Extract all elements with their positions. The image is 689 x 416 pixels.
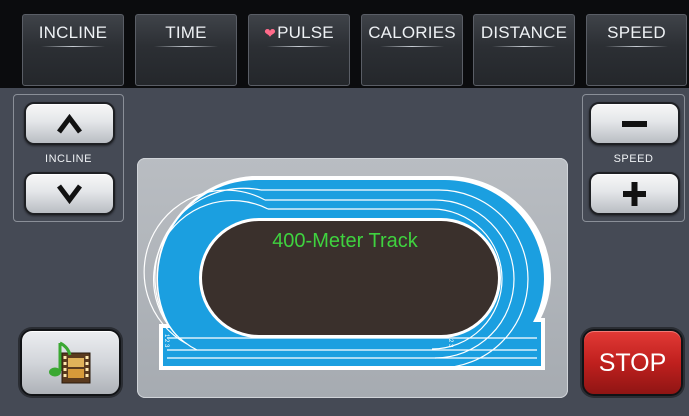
stop-button-label: STOP bbox=[598, 349, 667, 377]
plus-icon bbox=[623, 182, 646, 206]
running-track bbox=[143, 176, 552, 370]
metric-pulse-label-wrap: ❤PULSE bbox=[249, 23, 349, 43]
metric-underline bbox=[267, 46, 331, 47]
metric-underline bbox=[492, 46, 556, 47]
metric-pulse[interactable]: ❤PULSE bbox=[248, 14, 350, 86]
chevron-up-icon bbox=[57, 113, 82, 134]
minus-icon bbox=[622, 121, 647, 127]
metric-underline bbox=[380, 46, 444, 47]
incline-panel: INCLINE bbox=[13, 94, 124, 222]
speed-label: SPEED bbox=[613, 153, 654, 165]
track-title: 400-Meter Track bbox=[272, 230, 418, 252]
metric-speed[interactable]: SPEED bbox=[586, 14, 687, 86]
metric-distance[interactable]: DISTANCE bbox=[473, 14, 575, 86]
speed-panel: SPEED bbox=[582, 94, 685, 222]
lane-numbers-left: 1 2 3 bbox=[163, 334, 169, 348]
metric-underline bbox=[604, 46, 669, 47]
metric-calories[interactable]: CALORIES bbox=[361, 14, 463, 86]
metric-distance-label: DISTANCE bbox=[480, 23, 568, 42]
metric-speed-label: SPEED bbox=[607, 23, 666, 42]
incline-up-button[interactable] bbox=[24, 102, 115, 145]
metric-pulse-label: PULSE bbox=[277, 23, 334, 42]
stop-button[interactable]: STOP bbox=[582, 329, 683, 396]
speed-decrease-button[interactable] bbox=[589, 102, 680, 145]
metric-calories-label: CALORIES bbox=[368, 23, 456, 42]
metric-time-label: TIME bbox=[165, 23, 207, 42]
metric-incline[interactable]: INCLINE bbox=[22, 14, 124, 86]
metric-underline bbox=[154, 46, 218, 47]
media-button[interactable] bbox=[20, 329, 121, 396]
heart-icon: ❤ bbox=[264, 25, 277, 41]
metric-time[interactable]: TIME bbox=[135, 14, 237, 86]
incline-down-button[interactable] bbox=[24, 172, 115, 215]
metrics-bar: INCLINE TIME ❤PULSE CALORIES DISTANCE SP… bbox=[0, 0, 689, 88]
metric-underline bbox=[41, 46, 105, 47]
speed-increase-button[interactable] bbox=[589, 172, 680, 215]
chevron-down-icon bbox=[57, 184, 82, 205]
incline-label: INCLINE bbox=[45, 153, 92, 165]
lane-numbers-right: 1 2 3 bbox=[447, 334, 453, 348]
music-film-icon bbox=[49, 341, 91, 384]
metric-incline-label: INCLINE bbox=[38, 23, 108, 42]
